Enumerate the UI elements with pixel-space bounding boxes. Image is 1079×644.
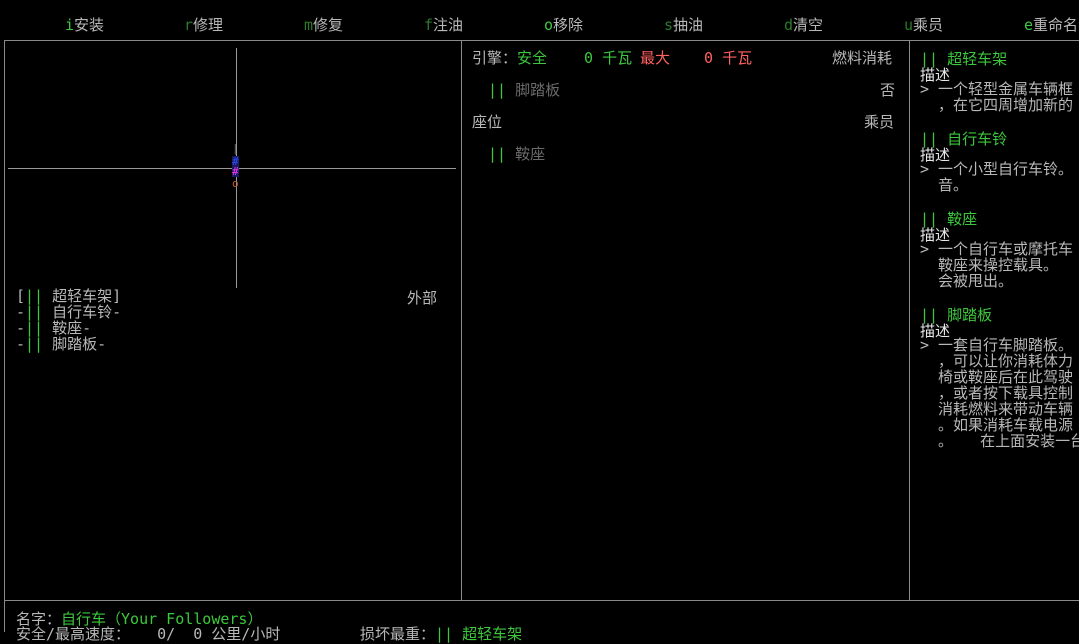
footer-border bbox=[4, 600, 1079, 601]
desc-line: ，在它四周增加新的 bbox=[920, 96, 1074, 114]
desc-line: 音。 bbox=[920, 176, 969, 194]
divider-parts-desc bbox=[909, 40, 910, 600]
divider-map-parts bbox=[461, 40, 462, 600]
engine-current-power: 0 千瓦 bbox=[584, 49, 633, 67]
engine-max-power: 0 千瓦 bbox=[704, 49, 753, 67]
menu-install[interactable]: i安装 bbox=[65, 14, 104, 35]
menu-remove[interactable]: o移除 bbox=[544, 14, 583, 35]
engine-part-value: 否 bbox=[880, 81, 896, 99]
list-item[interactable]: -|| 鞍座- bbox=[16, 320, 91, 336]
seat-part-saddle[interactable]: || 鞍座 bbox=[488, 143, 545, 164]
list-item[interactable]: -|| 自行车铃- bbox=[16, 304, 121, 320]
menu-siphon[interactable]: s抽油 bbox=[664, 14, 703, 35]
menu-crew[interactable]: u乘员 bbox=[904, 14, 943, 35]
engine-max-label: 最大 bbox=[640, 49, 671, 67]
desc-line: 椅或鞍座后在此驾驶 bbox=[920, 368, 1074, 386]
engine-part-pedals[interactable]: || 脚踏板 bbox=[488, 79, 560, 100]
top-border bbox=[4, 40, 1079, 41]
desc-line: 会被甩出。 bbox=[920, 272, 1014, 290]
desc-line: 。 在上面安装一台 bbox=[920, 432, 1079, 450]
map-frame-mark: | bbox=[232, 142, 239, 155]
list-item[interactable]: -|| 脚踏板- bbox=[16, 336, 106, 352]
desc-line: > 一个小型自行车铃。 bbox=[920, 160, 1074, 178]
parts-location: 外部 bbox=[407, 289, 438, 307]
menu-mend[interactable]: m修复 bbox=[304, 14, 343, 35]
desc-line: 鞍座来操控载具。 bbox=[920, 256, 1059, 274]
left-border bbox=[4, 40, 5, 632]
speed-row: 安全/最高速度： 0/ 0 公里/小时 bbox=[16, 625, 281, 643]
menu-refill[interactable]: f注油 bbox=[424, 14, 463, 35]
map-seat-mark: o bbox=[232, 177, 239, 190]
engine-row: 引擎：安全 bbox=[472, 49, 548, 67]
desc-line: 。如果消耗车载电源 bbox=[920, 416, 1074, 434]
desc-line: > 一个自行车或摩托车 bbox=[920, 240, 1074, 258]
menu-rename[interactable]: e重命名 bbox=[1024, 14, 1078, 35]
seat-label: 座位 bbox=[472, 113, 503, 131]
seat-occupant-label: 乘员 bbox=[864, 113, 895, 131]
menu-repair[interactable]: r修理 bbox=[184, 14, 223, 35]
desc-line: 消耗燃料来带动车辆 bbox=[920, 400, 1074, 418]
desc-line: ，可以让你消耗体力 bbox=[920, 352, 1074, 370]
list-item[interactable]: [|| 超轻车架] bbox=[16, 288, 121, 304]
fuel-consumption-label: 燃料消耗 bbox=[832, 49, 893, 67]
most-damaged-row: 损坏最重：|| 超轻车架 bbox=[360, 625, 523, 643]
desc-line: > 一套自行车脚踏板。 bbox=[920, 336, 1074, 354]
desc-line: ，或者按下载具控制 bbox=[920, 384, 1074, 402]
map-cell-cursor[interactable]: # bbox=[232, 166, 239, 177]
menu-unload[interactable]: d清空 bbox=[784, 14, 823, 35]
description-panel: || 超轻车架 描述 > 一个轻型金属车辆框 ，在它四周增加新的 || 自行车铃… bbox=[920, 40, 1079, 600]
desc-line: > 一个轻型金属车辆框 bbox=[920, 80, 1074, 98]
